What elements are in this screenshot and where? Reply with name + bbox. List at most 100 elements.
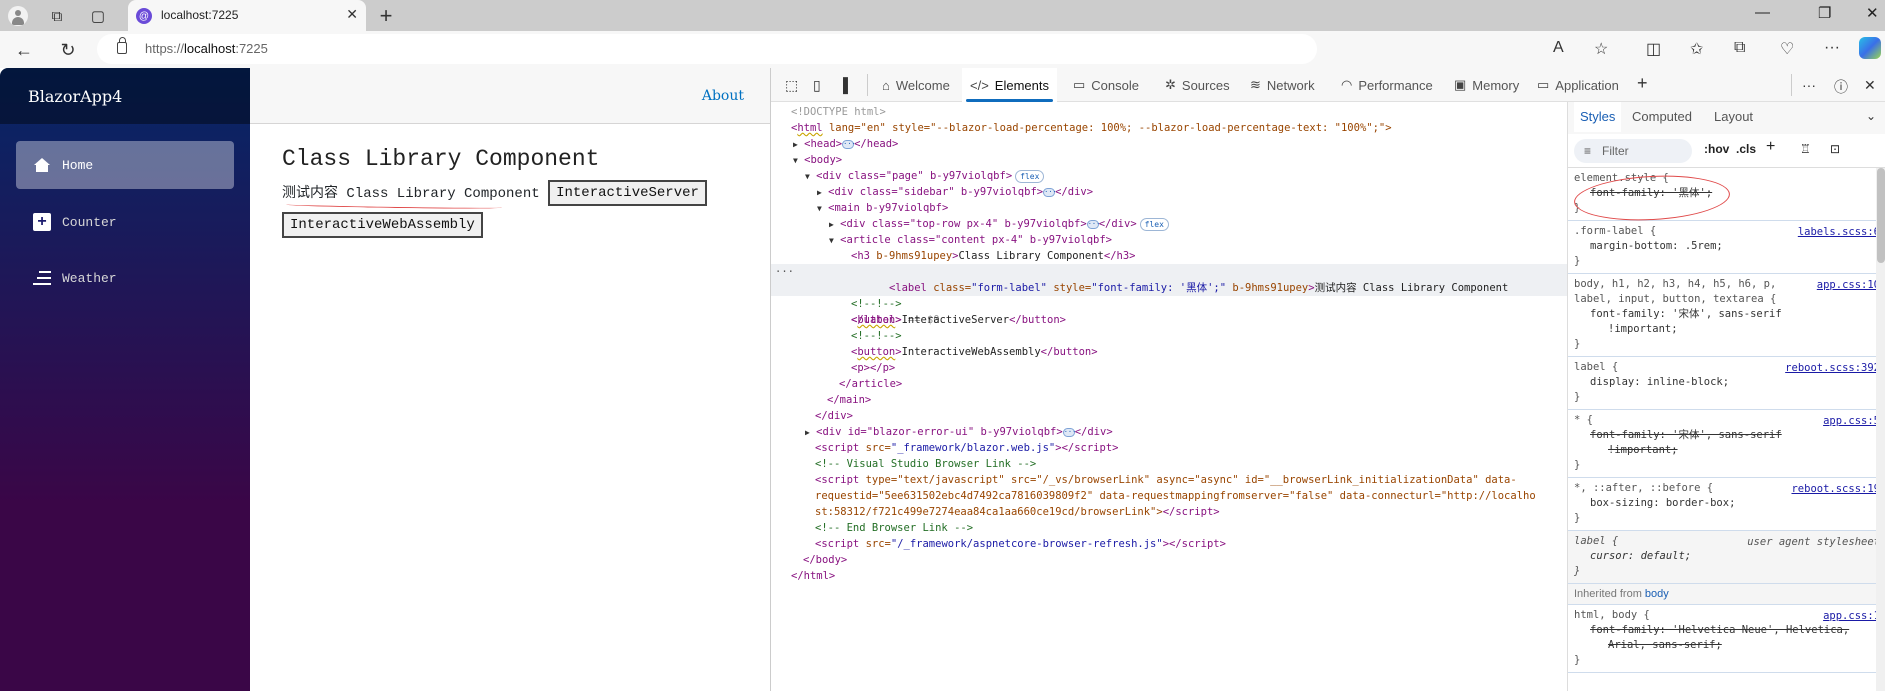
lock-icon[interactable] bbox=[117, 37, 127, 54]
source-label: user agent stylesheet bbox=[1747, 536, 1880, 548]
interactive-server-button[interactable]: InteractiveServer bbox=[548, 180, 707, 206]
filter-input[interactable]: Filter bbox=[1574, 139, 1692, 163]
tab-styles[interactable]: Styles bbox=[1574, 102, 1622, 132]
copilot-icon[interactable] bbox=[1859, 37, 1881, 59]
devtools-toolbar: ⬚ ▯ ▌ ⌂ Welcome </> Elements ▭ Console ✲ Sou… bbox=[771, 68, 1885, 102]
back-icon[interactable]: ← bbox=[12, 38, 36, 62]
source-link[interactable]: app.css:5 bbox=[1823, 414, 1880, 429]
dom-node[interactable]: </article> bbox=[771, 376, 1567, 392]
paint-brush-icon[interactable]: ♖ bbox=[1800, 142, 1811, 156]
devtools-tab-network[interactable]: ≋ Network bbox=[1242, 68, 1323, 102]
profile-icon[interactable] bbox=[6, 4, 30, 28]
dom-node[interactable]: <!--!--> bbox=[771, 296, 1567, 312]
devtools-tab-sources[interactable]: ✲ Sources bbox=[1157, 68, 1238, 102]
dom-node[interactable]: <!--!--> bbox=[771, 328, 1567, 344]
source-link[interactable]: reboot.scss:392 bbox=[1785, 361, 1880, 376]
favorite-star-icon[interactable]: ☆ bbox=[1594, 39, 1608, 59]
dom-node[interactable]: <p></p> bbox=[771, 360, 1567, 376]
dom-node[interactable]: ▼ <article class="content px-4" b-y97vio… bbox=[771, 232, 1567, 248]
style-rule[interactable]: * { app.css:5 font-family: '宋体', sans-se… bbox=[1568, 410, 1885, 478]
tab-computed[interactable]: Computed bbox=[1626, 102, 1698, 132]
hov-toggle[interactable]: :hov bbox=[1704, 142, 1729, 156]
devtools-tab-performance[interactable]: ◠ Performance bbox=[1333, 68, 1441, 102]
new-tab-icon[interactable]: + bbox=[374, 3, 398, 28]
more-tools-icon[interactable]: + bbox=[1637, 73, 1648, 94]
more-icon[interactable]: ··· bbox=[1824, 39, 1840, 57]
style-rule[interactable]: body, h1, h2, h3, h4, h5, h6, p, label, … bbox=[1568, 274, 1885, 357]
collections-icon[interactable]: ⧉ bbox=[1734, 39, 1745, 57]
style-rule[interactable]: html, body { app.css:1 font-family: 'Hel… bbox=[1568, 605, 1885, 673]
dom-node[interactable]: ▼ <main b-y97violqbf> bbox=[771, 200, 1567, 216]
dom-node[interactable]: <script type="text/javascript" src="/_vs… bbox=[771, 472, 1567, 488]
gauge-icon: ◠ bbox=[1341, 77, 1353, 92]
chevron-down-icon[interactable]: ⌄ bbox=[1866, 109, 1876, 123]
dom-node[interactable]: <script src="/_framework/aspnetcore-brow… bbox=[771, 536, 1567, 552]
devtools-tab-application[interactable]: ▭ Application bbox=[1529, 68, 1627, 102]
style-rule[interactable]: label { reboot.scss:392 display: inline-… bbox=[1568, 357, 1885, 410]
split-screen-icon[interactable]: ◫ bbox=[1646, 39, 1661, 59]
inspect-element-icon[interactable]: ⬚ bbox=[785, 77, 798, 94]
dom-node[interactable]: ▼ <body> bbox=[771, 152, 1567, 168]
url-input[interactable]: https://localhost:7225 bbox=[97, 34, 1317, 64]
source-link[interactable]: labels.scss:6 bbox=[1798, 225, 1880, 240]
browser-tab[interactable]: @ localhost:7225 ✕ bbox=[128, 0, 366, 31]
cls-toggle[interactable]: .cls bbox=[1736, 142, 1756, 156]
close-window-icon[interactable]: ✕ bbox=[1866, 4, 1879, 22]
source-link[interactable]: app.css:1 bbox=[1823, 609, 1880, 624]
dom-node[interactable]: </body> bbox=[771, 552, 1567, 568]
dom-node-selected[interactable]: ··· <label class="form-label" style="font… bbox=[771, 264, 1567, 326]
dom-node: st:58312/f721c499e7274eaa84ca1aa660ce19c… bbox=[815, 506, 1220, 518]
style-rule-user-agent[interactable]: label { user agent stylesheet cursor: de… bbox=[1568, 531, 1885, 584]
devtools-tab-elements[interactable]: </> Elements bbox=[962, 68, 1057, 102]
favorites-icon[interactable]: ✩ bbox=[1690, 39, 1703, 59]
dom-node[interactable]: <html lang="en" style="--blazor-load-per… bbox=[771, 120, 1567, 136]
dom-node[interactable]: ▶ <head>···</head> bbox=[771, 136, 1567, 152]
browser-essentials-icon[interactable]: ♡ bbox=[1780, 39, 1794, 59]
devtools-tab-welcome[interactable]: ⌂ Welcome bbox=[874, 68, 958, 102]
styles-scrollbar[interactable] bbox=[1876, 168, 1885, 691]
device-emulation-icon[interactable]: ▯ bbox=[813, 77, 821, 94]
dom-node[interactable]: </div> bbox=[771, 408, 1567, 424]
read-aloud-icon[interactable]: A bbox=[1553, 39, 1564, 57]
new-rule-icon[interactable]: + bbox=[1766, 138, 1775, 156]
workspaces-icon[interactable]: ⧉ bbox=[45, 4, 69, 28]
dom-node[interactable]: ▼ <div class="page" b-y97violqbf> flex bbox=[771, 168, 1567, 184]
dock-side-icon[interactable]: ▌ bbox=[843, 77, 853, 93]
help-icon[interactable]: ⓘ bbox=[1834, 77, 1848, 97]
dom-node[interactable]: ▶ <div id="blazor-error-ui" b-y97violqbf… bbox=[771, 424, 1567, 440]
dom-node[interactable]: <h3 b-9hms91upey>Class Library Component… bbox=[771, 248, 1567, 264]
minimize-icon[interactable]: — bbox=[1755, 4, 1770, 21]
toggle-sidebar-icon[interactable]: ⊡ bbox=[1830, 142, 1840, 156]
source-link[interactable]: reboot.scss:19 bbox=[1791, 482, 1880, 497]
source-link[interactable]: app.css:10 bbox=[1817, 278, 1880, 293]
dom-node[interactable]: <button>InteractiveWebAssembly</button> bbox=[771, 344, 1567, 360]
customize-icon[interactable]: ··· bbox=[1802, 77, 1816, 93]
devtools-tab-memory[interactable]: ▣ Memory bbox=[1446, 68, 1527, 102]
dom-node[interactable]: <!DOCTYPE html> bbox=[771, 104, 1567, 120]
nav-item-weather[interactable]: Weather bbox=[16, 254, 234, 302]
close-devtools-icon[interactable]: ✕ bbox=[1864, 77, 1876, 94]
style-rule-element[interactable]: element.style { font-family: '黑体'; } bbox=[1568, 168, 1885, 225]
interactive-webassembly-button[interactable]: InteractiveWebAssembly bbox=[282, 212, 483, 238]
style-rule[interactable]: .form-label { labels.scss:6 margin-botto… bbox=[1568, 221, 1885, 274]
inherited-from-link[interactable]: body bbox=[1645, 588, 1669, 600]
dom-node[interactable]: ▶ <div class="top-row px-4" b-y97violqbf… bbox=[771, 216, 1567, 232]
devtools-tab-console[interactable]: ▭ Console bbox=[1065, 68, 1147, 102]
dom-node[interactable]: <button>InteractiveServer</button> bbox=[771, 312, 1567, 328]
close-tab-icon[interactable]: ✕ bbox=[346, 6, 358, 23]
dom-node[interactable]: <!-- End Browser Link --> bbox=[771, 520, 1567, 536]
brand-link[interactable]: BlazorApp4 bbox=[28, 87, 122, 106]
nav-item-home[interactable]: Home bbox=[16, 141, 234, 189]
dom-node[interactable]: ▶ <div class="sidebar" b-y97violqbf>···<… bbox=[771, 184, 1567, 200]
restore-icon[interactable]: ❐ bbox=[1818, 4, 1831, 22]
refresh-icon[interactable]: ↻ bbox=[56, 38, 80, 62]
dom-node[interactable]: <!-- Visual Studio Browser Link --> bbox=[771, 456, 1567, 472]
dom-node[interactable]: <script src="_framework/blazor.web.js"><… bbox=[771, 440, 1567, 456]
tab-actions-icon[interactable]: ▢ bbox=[86, 4, 110, 28]
dom-node[interactable]: </main> bbox=[771, 392, 1567, 408]
about-link[interactable]: About bbox=[702, 88, 744, 104]
dom-node[interactable]: </html> bbox=[771, 568, 1567, 584]
nav-item-counter[interactable]: + Counter bbox=[16, 198, 234, 246]
tab-layout[interactable]: Layout bbox=[1708, 102, 1759, 132]
style-rule[interactable]: *, ::after, ::before { reboot.scss:19 bo… bbox=[1568, 478, 1885, 531]
